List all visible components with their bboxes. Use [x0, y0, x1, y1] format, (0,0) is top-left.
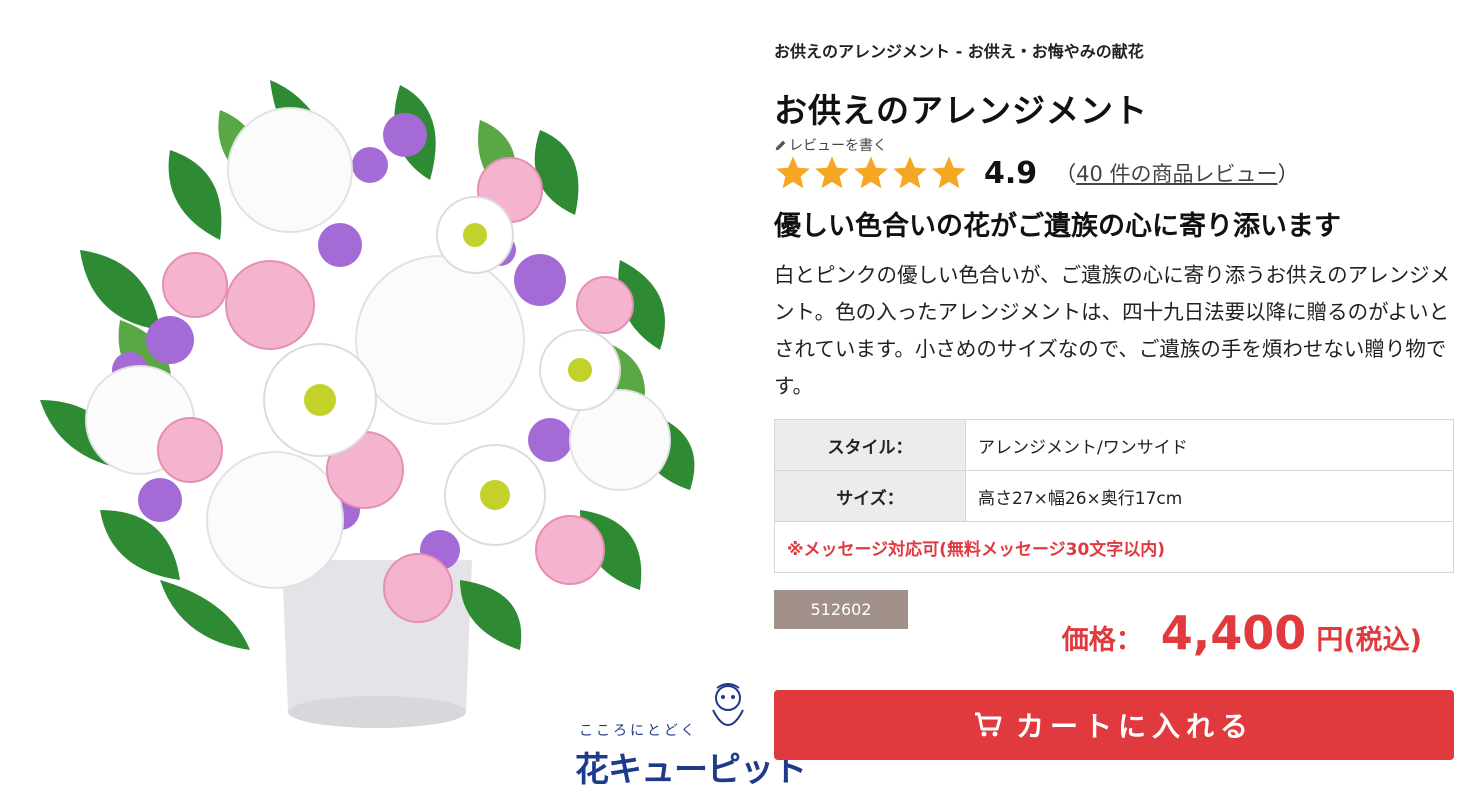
flower-arrangement-illustration	[40, 80, 695, 728]
pencil-icon	[775, 140, 786, 150]
spec-row-size: サイズ： 高さ27×幅26×奥行17cm	[774, 470, 1454, 522]
brand-logo: こころにとどく 花キューピット	[575, 680, 807, 795]
review-paren-open: （	[1055, 162, 1077, 186]
add-to-cart-label: カートに入れる	[1015, 710, 1254, 743]
price-value: 4,400	[1160, 606, 1307, 660]
star-icon	[815, 156, 849, 189]
brand-tagline: こころにとどく	[579, 723, 698, 739]
write-review-link[interactable]: レビューを書く	[774, 135, 887, 155]
star-icon	[893, 156, 927, 189]
review-count: （40 件の商品レビュー）	[1055, 158, 1298, 188]
spec-row-style: スタイル： アレンジメント/ワンサイド	[774, 419, 1454, 471]
star-icon	[932, 156, 966, 189]
brand-name: 花キューピット	[575, 750, 807, 790]
price: 価格： 4,400 円(税込)	[1062, 606, 1422, 660]
write-review-label: レビューを書く	[789, 138, 887, 154]
price-label: 価格：	[1061, 625, 1143, 656]
breadcrumb: お供えのアレンジメント - お供え・お悔やみの献花	[774, 42, 1144, 61]
product-headline: 優しい色合いの花がご遺族の心に寄り添います	[774, 211, 1341, 242]
message-note: ※メッセージ対応可(無料メッセージ30文字以内)	[774, 521, 1454, 573]
cupid-mascot-icon	[712, 683, 744, 726]
price-unit: 円(税込)	[1316, 625, 1422, 656]
spec-value: アレンジメント/ワンサイド	[965, 419, 1454, 471]
cart-icon	[974, 712, 1002, 737]
spec-row-message: ※メッセージ対応可(無料メッセージ30文字以内)	[774, 521, 1454, 573]
star-icon	[776, 156, 810, 189]
product-description: 白とピンクの優しい色合いが、ご遺族の心に寄り添うお供えのアレンジメント。色の入っ…	[774, 263, 1451, 398]
rating-row: 4.9 （40 件の商品レビュー）	[774, 154, 1299, 192]
review-paren-close: ）	[1277, 162, 1299, 186]
add-to-cart-button[interactable]: カートに入れる	[774, 690, 1454, 760]
spec-value: 高さ27×幅26×奥行17cm	[965, 470, 1454, 522]
sku-badge: 512602	[774, 590, 908, 629]
spec-label: スタイル：	[774, 419, 966, 471]
product-image: こころにとどく 花キューピット	[20, 40, 807, 790]
spec-table: スタイル： アレンジメント/ワンサイド サイズ： 高さ27×幅26×奥行17cm…	[774, 419, 1454, 573]
spec-label: サイズ：	[774, 470, 966, 522]
star-icon	[854, 156, 888, 189]
rating-value: 4.9	[984, 155, 1038, 191]
product-title: お供えのアレンジメント	[774, 91, 1148, 130]
rating-stars	[774, 154, 968, 192]
review-link[interactable]: 40 件の商品レビュー	[1076, 162, 1277, 186]
